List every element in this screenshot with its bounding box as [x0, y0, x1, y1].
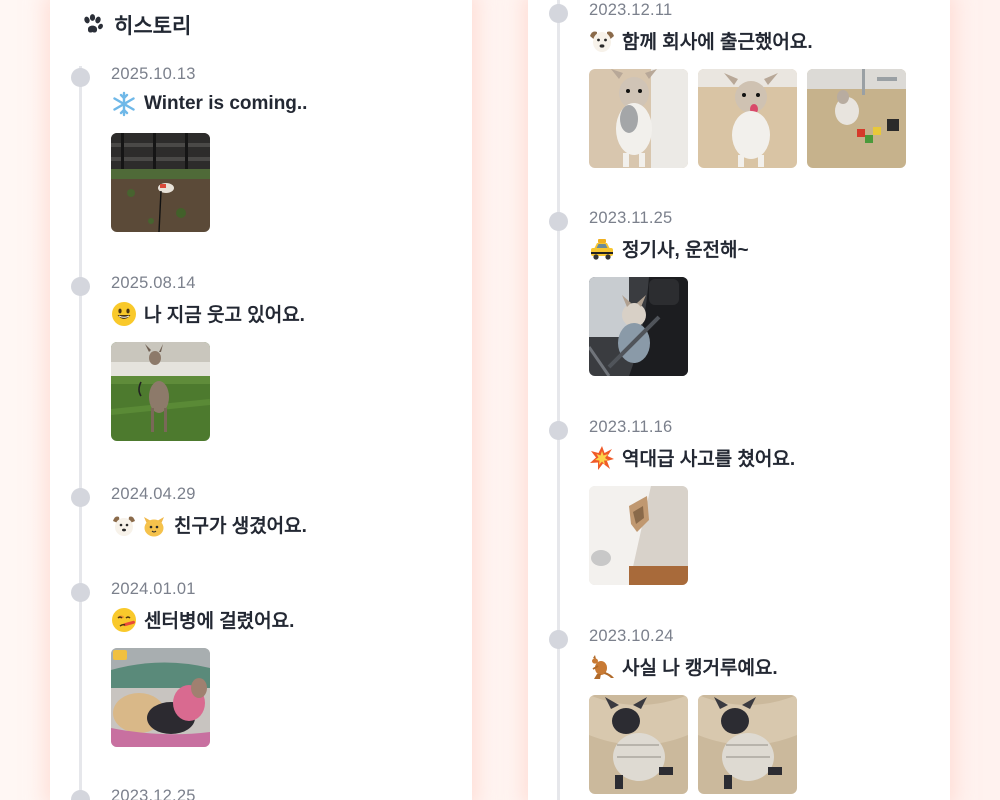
entry-date: 2023.11.25 — [589, 209, 673, 227]
entry-date: 2025.10.13 — [111, 65, 196, 83]
timeline-dot — [549, 421, 568, 440]
entry-title: 정기사, 운전해~ — [589, 235, 749, 262]
history-card-left: 히스토리 2025.10.13 Winter is coming.. 2025.… — [50, 0, 472, 800]
dog-and-cat-emoji — [113, 516, 164, 536]
timeline-dot — [71, 583, 90, 602]
taxi-emoji — [591, 238, 613, 260]
timeline-dot — [549, 630, 568, 649]
paw-icon — [84, 14, 103, 33]
entry-date: 2025.08.14 — [111, 274, 196, 292]
photo-row — [589, 277, 688, 376]
timeline-dot — [71, 488, 90, 507]
entry-title: 친구가 생겼어요. — [111, 511, 307, 538]
photo-row — [111, 342, 210, 441]
entry-text: 친구가 생겼어요. — [174, 516, 307, 537]
entry-text: Winter is coming.. — [144, 93, 308, 114]
timeline-line — [557, 0, 560, 800]
dog-in-office-photo[interactable] — [807, 69, 906, 168]
entry-date: 2023.12.25 — [111, 787, 196, 800]
entry-text: 사실 나 캥거루예요. — [622, 658, 778, 679]
photo-row — [111, 648, 210, 747]
kangaroo-emoji — [592, 654, 614, 679]
history-title: 히스토리 — [80, 10, 191, 40]
collision-emoji — [590, 445, 614, 470]
entry-text: 정기사, 운전해~ — [622, 240, 749, 261]
dog-on-leash-by-fence-photo[interactable] — [111, 133, 210, 232]
entry-text: 나 지금 웃고 있어요. — [144, 305, 305, 326]
entry-title: 사실 나 캥거루예요. — [589, 653, 778, 680]
smiling-face-emoji — [112, 301, 136, 326]
thermometer-face-emoji — [112, 607, 136, 632]
entry-text: 역대급 사고를 쳤어요. — [622, 449, 796, 470]
entry-text: 함께 회사에 출근했어요. — [622, 32, 813, 53]
entry-date: 2023.11.16 — [589, 418, 673, 436]
timeline-dot — [549, 212, 568, 231]
photo-row — [111, 133, 210, 232]
entry-date: 2023.10.24 — [589, 627, 674, 645]
timeline-dot — [71, 277, 90, 296]
timeline-line — [79, 66, 82, 800]
dog-tongue-out-photo[interactable] — [698, 69, 797, 168]
entry-title: 역대급 사고를 쳤어요. — [589, 444, 795, 471]
entry-title: 함께 회사에 출근했어요. — [589, 27, 813, 54]
timeline-dot — [71, 790, 90, 800]
entry-title: Winter is coming.. — [111, 91, 307, 117]
entry-title: 센터병에 걸렸어요. — [111, 606, 294, 633]
dog-face-emoji — [590, 31, 614, 52]
dog-sitting-on-cushion-photo-1[interactable] — [589, 695, 688, 794]
chewed-wall-photo[interactable] — [589, 486, 688, 585]
dog-sitting-on-cushion-photo-2[interactable] — [698, 695, 797, 794]
dog-standing-on-grass-photo[interactable] — [111, 342, 210, 441]
entry-date: 2024.01.01 — [111, 580, 196, 598]
entry-date: 2023.12.11 — [589, 1, 673, 19]
photo-row — [589, 69, 906, 168]
photo-row — [589, 486, 688, 585]
timeline-dot — [549, 4, 568, 23]
dogs-sleeping-together-photo[interactable] — [111, 648, 210, 747]
entry-title: 나 지금 웃고 있어요. — [111, 300, 305, 327]
timeline-dot — [71, 68, 90, 87]
photo-row — [589, 695, 797, 794]
snowflake-emoji — [113, 91, 135, 117]
entry-text: 센터병에 걸렸어요. — [144, 611, 295, 632]
dog-in-car-seat-photo[interactable] — [589, 277, 688, 376]
history-title-text: 히스토리 — [114, 15, 192, 38]
dog-with-toy-photo[interactable] — [589, 69, 688, 168]
history-card-right: 2023.12.11 함께 회사에 출근했어요. 2023.11.25 정기사,… — [528, 0, 950, 800]
entry-date: 2024.04.29 — [111, 485, 196, 503]
